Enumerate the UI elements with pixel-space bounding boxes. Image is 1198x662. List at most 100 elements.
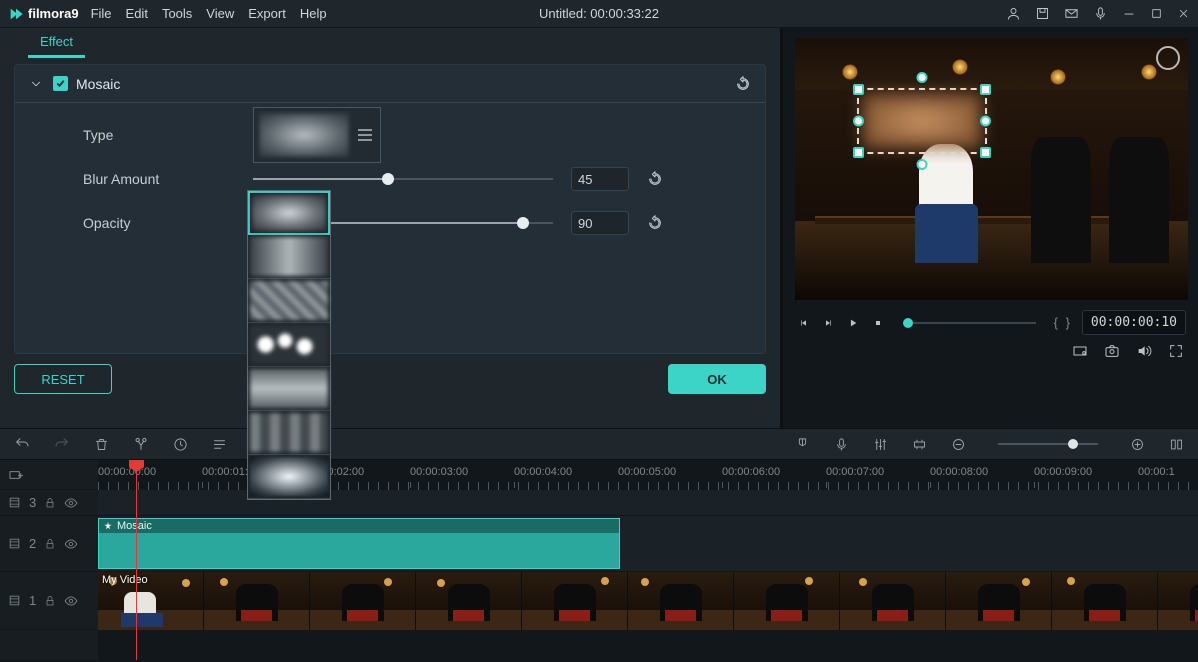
reset-opacity-icon[interactable]: [647, 215, 663, 231]
menu-file[interactable]: File: [91, 6, 112, 21]
video-thumb[interactable]: [628, 572, 734, 630]
handle-top-left[interactable]: [853, 84, 864, 95]
mixer-icon[interactable]: [873, 437, 888, 452]
blur-type-2[interactable]: [248, 235, 330, 279]
lock-icon[interactable]: [44, 595, 56, 607]
type-label: Type: [83, 127, 253, 143]
track-film-icon: [8, 594, 21, 607]
mosaic-clip[interactable]: Mosaic: [98, 518, 620, 569]
video-thumb[interactable]: [1158, 572, 1198, 630]
track-2-label: 2: [29, 536, 36, 551]
play-icon[interactable]: [845, 315, 861, 331]
track-2-effect[interactable]: Mosaic: [98, 516, 1198, 572]
mic-icon[interactable]: [1093, 6, 1108, 21]
blur-region: [863, 94, 981, 148]
app-name: filmora: [28, 6, 71, 21]
handle-top-right[interactable]: [980, 84, 991, 95]
opacity-input[interactable]: [571, 211, 629, 235]
track-1-video[interactable]: My Video: [98, 572, 1198, 630]
playhead[interactable]: [136, 460, 137, 660]
edit-icon[interactable]: [212, 437, 227, 452]
menu-tools[interactable]: Tools: [162, 6, 192, 21]
mail-icon[interactable]: [1064, 6, 1079, 21]
record-icon[interactable]: [834, 437, 849, 452]
next-frame-icon[interactable]: [821, 316, 835, 330]
minimize-icon[interactable]: [1122, 7, 1136, 21]
marker-icon[interactable]: [795, 437, 810, 452]
blur-amount-slider[interactable]: [253, 178, 553, 180]
blur-amount-input[interactable]: [571, 167, 629, 191]
volume-icon[interactable]: [1136, 343, 1152, 359]
type-dropdown[interactable]: [253, 107, 381, 163]
video-thumb[interactable]: [522, 572, 628, 630]
redo-icon[interactable]: [54, 436, 70, 452]
chevron-down-icon: [29, 77, 43, 91]
lock-icon[interactable]: [44, 497, 56, 509]
close-icon[interactable]: [1177, 7, 1190, 20]
stop-icon[interactable]: [871, 316, 885, 330]
menu-edit[interactable]: Edit: [126, 6, 148, 21]
eye-icon[interactable]: [64, 537, 78, 551]
eye-icon[interactable]: [64, 496, 78, 510]
ruler-mark: 00:00:07:00: [826, 466, 884, 478]
effect-enable-checkbox[interactable]: [53, 76, 68, 91]
delete-icon[interactable]: [94, 437, 109, 452]
video-thumb[interactable]: [310, 572, 416, 630]
markers-display: { }: [1054, 315, 1072, 330]
player-progress[interactable]: [903, 322, 1036, 324]
handle-top[interactable]: [917, 72, 928, 83]
menu-view[interactable]: View: [206, 6, 234, 21]
reset-button[interactable]: RESET: [14, 364, 112, 394]
fullscreen-icon[interactable]: [1168, 343, 1184, 359]
video-thumb[interactable]: [840, 572, 946, 630]
video-thumb[interactable]: [734, 572, 840, 630]
blur-type-6[interactable]: [248, 411, 330, 455]
video-thumb[interactable]: [204, 572, 310, 630]
preview-viewport[interactable]: [795, 38, 1188, 300]
handle-bottom[interactable]: [917, 159, 928, 170]
blur-type-3[interactable]: [248, 279, 330, 323]
lock-icon[interactable]: [44, 538, 56, 550]
blur-type-7[interactable]: [248, 455, 330, 499]
zoom-out-icon[interactable]: [951, 437, 966, 452]
zoom-slider[interactable]: [998, 443, 1098, 445]
reset-blur-icon[interactable]: [647, 171, 663, 187]
split-icon[interactable]: [133, 436, 149, 452]
handle-bottom-right[interactable]: [980, 147, 991, 158]
app-version: 9: [71, 6, 78, 21]
type-dropdown-list[interactable]: [247, 190, 331, 500]
snapshot-icon[interactable]: [1104, 343, 1120, 359]
account-icon[interactable]: [1006, 6, 1021, 21]
mosaic-selection-box[interactable]: [857, 88, 987, 154]
ruler-mark: 00:00:06:00: [722, 466, 780, 478]
zoom-in-icon[interactable]: [1130, 437, 1145, 452]
tab-effect[interactable]: Effect: [28, 28, 85, 58]
player-timecode: 00:00:00:10: [1082, 310, 1186, 335]
history-icon[interactable]: [173, 437, 188, 452]
handle-left[interactable]: [853, 116, 864, 127]
menu-help[interactable]: Help: [300, 6, 327, 21]
blur-type-5[interactable]: [248, 367, 330, 411]
blur-type-4[interactable]: [248, 323, 330, 367]
add-track-icon[interactable]: [8, 467, 24, 483]
undo-icon[interactable]: [14, 436, 30, 452]
tab-bar: Effect: [0, 28, 780, 58]
handle-bottom-left[interactable]: [853, 147, 864, 158]
timeline-toolbar: [0, 428, 1198, 460]
eye-icon[interactable]: [64, 594, 78, 608]
handle-right[interactable]: [980, 116, 991, 127]
blur-type-1[interactable]: [248, 191, 330, 235]
video-thumb[interactable]: [946, 572, 1052, 630]
zoom-fit-icon[interactable]: [912, 437, 927, 452]
reset-effect-icon[interactable]: [735, 76, 751, 92]
video-thumb[interactable]: [1052, 572, 1158, 630]
maximize-icon[interactable]: [1150, 7, 1163, 20]
effect-header[interactable]: Mosaic: [15, 65, 765, 103]
menu-export[interactable]: Export: [248, 6, 286, 21]
settings-icon[interactable]: [1169, 437, 1184, 452]
ok-button[interactable]: OK: [668, 364, 766, 394]
quality-icon[interactable]: [1072, 343, 1088, 359]
save-icon[interactable]: [1035, 6, 1050, 21]
video-thumb[interactable]: [416, 572, 522, 630]
prev-frame-icon[interactable]: [797, 316, 811, 330]
